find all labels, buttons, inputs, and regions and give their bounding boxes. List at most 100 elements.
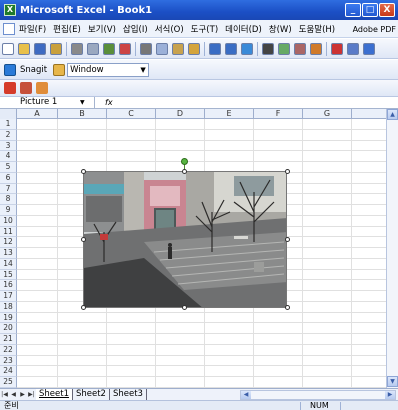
help-icon[interactable]: [363, 42, 375, 55]
chart-wizard-icon[interactable]: [310, 42, 322, 55]
chevron-down-icon[interactable]: ▼: [80, 97, 85, 108]
last-sheet-icon[interactable]: ▶|: [27, 391, 36, 398]
menu-help[interactable]: 도움말(H): [299, 23, 335, 35]
row-header[interactable]: 12: [0, 237, 17, 249]
row-header[interactable]: 5: [0, 162, 17, 173]
snagit-settings-icon[interactable]: [53, 63, 66, 76]
cut-icon[interactable]: [140, 42, 152, 55]
vertical-scrollbar[interactable]: ▲ ▼: [386, 109, 398, 388]
row-header[interactable]: 1: [0, 119, 17, 130]
undo-icon[interactable]: [209, 42, 221, 55]
row-header[interactable]: 21: [0, 334, 17, 345]
menu-insert[interactable]: 삽입(I): [123, 23, 148, 35]
zoom-icon[interactable]: [347, 42, 359, 55]
tab-sheet2[interactable]: Sheet2: [73, 388, 110, 401]
research-icon[interactable]: [119, 42, 131, 55]
hyperlink-icon[interactable]: [241, 42, 253, 55]
snagit-icon[interactable]: [4, 63, 16, 76]
column-header[interactable]: A: [17, 109, 58, 119]
pdf-email-icon[interactable]: [20, 82, 32, 94]
close-button[interactable]: X: [379, 3, 395, 17]
scroll-right-icon[interactable]: ▶: [385, 391, 395, 399]
resize-handle-bottom-right[interactable]: [285, 305, 290, 310]
horizontal-scrollbar[interactable]: ◀ ▶: [240, 390, 396, 400]
menu-tools[interactable]: 도구(T): [191, 23, 218, 35]
row-header[interactable]: 11: [0, 226, 17, 238]
print-preview-icon[interactable]: [87, 42, 99, 55]
select-all-corner[interactable]: [0, 109, 17, 119]
pdf-convert-icon[interactable]: [4, 82, 16, 94]
row-header[interactable]: 18: [0, 301, 17, 313]
pdf-review-icon[interactable]: [36, 82, 48, 94]
column-header[interactable]: E: [205, 109, 254, 119]
new-icon[interactable]: [2, 42, 14, 55]
resize-handle-bottom-left[interactable]: [81, 305, 86, 310]
column-header[interactable]: B: [58, 109, 107, 119]
minimize-button[interactable]: _: [345, 3, 361, 17]
scroll-up-icon[interactable]: ▲: [387, 109, 398, 120]
row-header[interactable]: 24: [0, 366, 17, 378]
row-header[interactable]: 4: [0, 151, 17, 163]
formula-input[interactable]: [113, 97, 398, 108]
column-header[interactable]: F: [254, 109, 303, 119]
row-header[interactable]: 15: [0, 269, 17, 281]
menu-window[interactable]: 창(W): [269, 23, 292, 35]
row-header[interactable]: 10: [0, 215, 17, 227]
maximize-button[interactable]: □: [362, 3, 378, 17]
name-box[interactable]: Picture 1 ▼: [0, 96, 95, 109]
column-header[interactable]: D: [156, 109, 205, 119]
row-header[interactable]: 16: [0, 280, 17, 292]
snagit-mode-select[interactable]: Window ▼: [67, 62, 150, 77]
tab-sheet3[interactable]: Sheet3: [110, 388, 147, 401]
column-header[interactable]: G: [303, 109, 352, 119]
column-header[interactable]: C: [107, 109, 156, 119]
format-painter-icon[interactable]: [188, 42, 200, 55]
picture-1[interactable]: [83, 171, 287, 308]
permission-icon[interactable]: [50, 42, 62, 55]
document-icon[interactable]: [3, 22, 15, 35]
drawing-icon[interactable]: [331, 42, 343, 55]
sort-desc-icon[interactable]: [294, 42, 306, 55]
redo-icon[interactable]: [225, 42, 237, 55]
save-icon[interactable]: [34, 42, 46, 55]
prev-sheet-icon[interactable]: ◀: [9, 391, 18, 398]
scroll-down-icon[interactable]: ▼: [387, 376, 398, 387]
resize-handle-top[interactable]: [182, 169, 187, 174]
menu-format[interactable]: 서식(O): [155, 23, 184, 35]
sort-asc-icon[interactable]: [278, 42, 290, 55]
row-header[interactable]: 20: [0, 323, 17, 335]
row-header[interactable]: 23: [0, 355, 17, 367]
first-sheet-icon[interactable]: |◀: [0, 391, 9, 398]
next-sheet-icon[interactable]: ▶: [18, 391, 27, 398]
menu-adobe-pdf[interactable]: Adobe PDF: [353, 25, 396, 34]
menu-file[interactable]: 파일(F): [19, 23, 46, 35]
paste-icon[interactable]: [172, 42, 184, 55]
row-header[interactable]: 17: [0, 291, 17, 302]
resize-handle-top-right[interactable]: [285, 169, 290, 174]
scroll-left-icon[interactable]: ◀: [241, 391, 251, 399]
spelling-icon[interactable]: [103, 42, 115, 55]
menu-data[interactable]: 데이터(D): [225, 23, 262, 35]
row-header[interactable]: 14: [0, 258, 17, 270]
resize-handle-left[interactable]: [81, 237, 86, 242]
copy-icon[interactable]: [156, 42, 168, 55]
row-header[interactable]: 13: [0, 248, 17, 259]
row-header[interactable]: 22: [0, 344, 17, 356]
autosum-icon[interactable]: [262, 42, 274, 55]
row-header[interactable]: 8: [0, 194, 17, 206]
tab-sheet1[interactable]: Sheet1: [36, 388, 73, 401]
resize-handle-right[interactable]: [285, 237, 290, 242]
row-header[interactable]: 7: [0, 183, 17, 195]
resize-handle-bottom[interactable]: [182, 305, 187, 310]
row-header[interactable]: 19: [0, 312, 17, 324]
menu-edit[interactable]: 편집(E): [53, 23, 81, 35]
row-header[interactable]: 25: [0, 377, 17, 388]
fx-icon[interactable]: fx: [105, 98, 113, 107]
resize-handle-top-left[interactable]: [81, 169, 86, 174]
row-header[interactable]: 2: [0, 129, 17, 141]
menu-view[interactable]: 보기(V): [88, 23, 116, 35]
snagit-label[interactable]: Snagit: [20, 65, 47, 75]
row-header[interactable]: 3: [0, 140, 17, 152]
open-icon[interactable]: [18, 42, 30, 55]
row-header[interactable]: 9: [0, 205, 17, 216]
